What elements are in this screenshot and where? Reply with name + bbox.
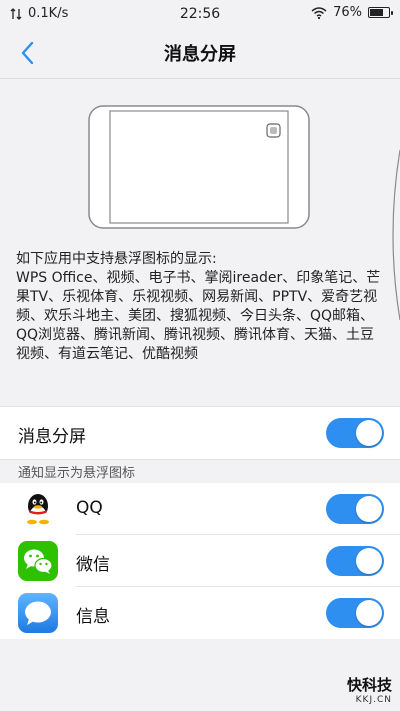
status-bar: 0.1K/s 22:56 76%: [0, 0, 400, 28]
toggle-knob: [356, 496, 382, 522]
toggle-knob: [356, 548, 382, 574]
page-title: 消息分屏: [164, 44, 236, 65]
edge-decoration: [392, 150, 400, 320]
phone-illustration: [88, 105, 310, 229]
app-name-messages: 信息: [76, 607, 110, 627]
description-app-list: WPS Office、视频、电子书、掌阅ireader、印象笔记、芒果TV、乐视…: [16, 270, 381, 362]
message-split-label: 消息分屏: [18, 427, 86, 447]
wechat-toggle[interactable]: [326, 546, 384, 576]
battery-fill: [370, 9, 383, 16]
app-row-wechat[interactable]: 微信: [0, 535, 400, 587]
message-split-row[interactable]: 消息分屏: [0, 406, 400, 460]
app-name-wechat: 微信: [76, 555, 110, 575]
app-name-qq: QQ: [76, 498, 103, 518]
messages-toggle[interactable]: [326, 598, 384, 628]
qq-penguin-icon: [18, 489, 58, 529]
supported-apps-description: 如下应用中支持悬浮图标的显示: WPS Office、视频、电子书、掌阅irea…: [16, 250, 382, 364]
messages-icon: [18, 593, 58, 633]
section-header: 通知显示为悬浮图标: [18, 466, 136, 481]
message-split-toggle[interactable]: [326, 418, 384, 448]
wechat-icon: [18, 541, 58, 581]
watermark-sub: KKJ.CN: [355, 695, 392, 705]
app-row-qq[interactable]: QQ: [0, 483, 400, 535]
watermark: 快科技 KKJ.CN: [347, 674, 392, 705]
toggle-knob: [356, 600, 382, 626]
toggle-knob: [356, 420, 382, 446]
wifi-icon: [311, 6, 327, 19]
nav-divider: [0, 78, 400, 79]
watermark-main: 快科技: [346, 676, 392, 694]
app-row-messages[interactable]: 信息: [0, 587, 400, 639]
qq-toggle[interactable]: [326, 494, 384, 524]
battery-icon: [368, 7, 393, 18]
description-intro: 如下应用中支持悬浮图标的显示:: [16, 251, 217, 267]
status-right: 76%: [311, 5, 393, 20]
nav-bar: 消息分屏: [0, 28, 400, 78]
battery-percent: 76%: [333, 5, 362, 20]
